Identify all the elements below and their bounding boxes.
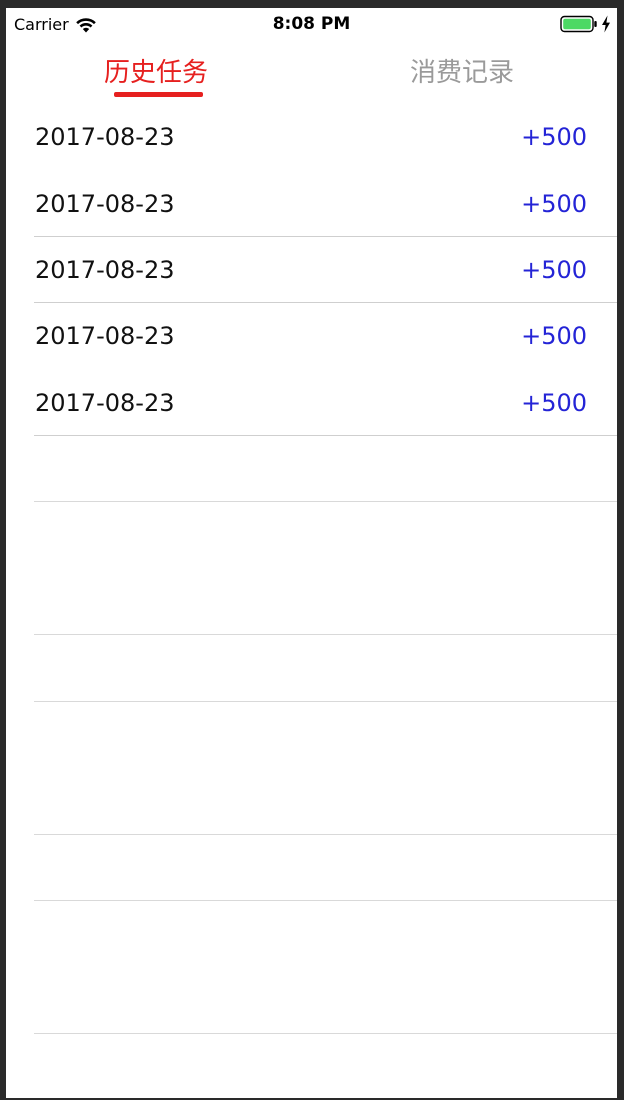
row-separator <box>34 900 617 901</box>
row-separator <box>34 1033 617 1034</box>
record-date: 2017-08-23 <box>35 255 175 284</box>
record-date: 2017-08-23 <box>35 322 175 351</box>
record-amount: +500 <box>521 255 587 284</box>
record-date: 2017-08-23 <box>35 123 175 152</box>
row-separator <box>34 434 617 436</box>
charging-bolt-icon <box>602 15 610 33</box>
status-bar: Carrier 8:08 PM <box>6 8 617 42</box>
status-time: 8:08 PM <box>272 14 351 34</box>
active-tab-indicator <box>114 92 203 97</box>
record-amount: +500 <box>521 189 587 218</box>
row-separator <box>34 501 617 502</box>
phone-screen: Carrier 8:08 PM 历史任务 消费记录 2017-08-23 +50… <box>6 8 617 1098</box>
row-separator <box>34 834 617 835</box>
record-amount: +500 <box>521 322 587 351</box>
record-date: 2017-08-23 <box>35 388 175 417</box>
tab-consumption-records[interactable]: 消费记录 <box>410 52 514 89</box>
row-separator <box>34 701 617 702</box>
record-list: 2017-08-23 +500 2017-08-23 +500 2017-08-… <box>6 104 617 436</box>
list-item[interactable]: 2017-08-23 +500 <box>6 303 617 369</box>
record-date: 2017-08-23 <box>35 189 175 218</box>
record-amount: +500 <box>521 123 587 152</box>
record-amount: +500 <box>521 388 587 417</box>
battery-group <box>560 15 611 33</box>
list-item[interactable]: 2017-08-23 +500 <box>6 104 617 170</box>
segment-tabs: 历史任务 消费记录 <box>6 42 617 104</box>
battery-icon <box>560 15 597 33</box>
tab-history-tasks[interactable]: 历史任务 <box>104 52 208 89</box>
list-item[interactable]: 2017-08-23 +500 <box>6 237 617 304</box>
list-item[interactable]: 2017-08-23 +500 <box>6 170 617 237</box>
list-item[interactable]: 2017-08-23 +500 <box>6 370 617 436</box>
row-separator <box>34 634 617 635</box>
